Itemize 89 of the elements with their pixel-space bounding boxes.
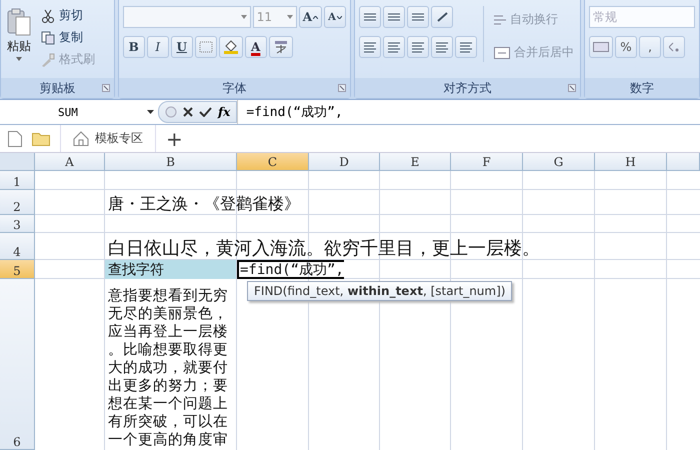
phonetic-button[interactable] [268, 36, 293, 58]
function-tooltip: FIND(find_text, within_text, [start_num]) [247, 281, 512, 301]
column-header[interactable]: F [451, 153, 523, 171]
font-style-button[interactable]: U [170, 36, 193, 58]
caret-icon [147, 110, 154, 114]
align-button[interactable] [431, 36, 453, 58]
home-icon [73, 131, 89, 146]
align-lines-icon [412, 13, 424, 21]
check-icon[interactable] [199, 107, 212, 117]
align-button[interactable] [455, 36, 477, 58]
column-header[interactable]: A [35, 153, 105, 171]
vertical-align-button[interactable] [407, 6, 429, 28]
align-lines-icon [460, 42, 472, 52]
caret-icon [240, 15, 247, 19]
caret-icon [286, 15, 293, 19]
decimal-button[interactable] [663, 36, 685, 58]
row-header[interactable]: 6 [0, 279, 35, 450]
font-color-button[interactable]: A [244, 36, 267, 58]
group-title: 对齐方式 [444, 80, 492, 96]
column-header[interactable]: G [523, 153, 595, 171]
orientation-button[interactable] [431, 6, 453, 28]
row-header[interactable]: 3 [0, 215, 35, 233]
brush-icon [41, 52, 55, 66]
clipboard-button[interactable]: 复制 [39, 28, 97, 47]
row-header[interactable]: 1 [0, 171, 35, 190]
cancel-icon[interactable] [183, 107, 193, 117]
font-style-button[interactable]: I [146, 36, 169, 58]
phonetic-guide-icon [272, 40, 289, 54]
row-header[interactable]: 4 [0, 233, 35, 260]
up-caret-icon [313, 16, 318, 18]
align-lines-icon [388, 42, 400, 52]
font-name-field[interactable] [122, 6, 251, 28]
align-button[interactable] [383, 36, 405, 58]
paste-button[interactable]: 粘贴 [5, 6, 33, 63]
down-caret-icon [336, 16, 342, 18]
cell-text: 白日依山尽，黄河入海流。欲穷千里目，更上一层楼。 [107, 237, 541, 260]
name-box[interactable]: SUM [0, 106, 158, 118]
group-title: 数字 [630, 80, 654, 96]
circle-icon [165, 106, 177, 118]
currency-button[interactable] [589, 36, 613, 58]
align-lines-icon [364, 13, 376, 21]
group-title: 字体 [222, 80, 246, 96]
dialog-launcher-icon[interactable] [338, 84, 346, 92]
caret-icon [16, 57, 22, 61]
copy-icon [41, 30, 55, 44]
vertical-align-button[interactable] [383, 6, 405, 28]
row-header[interactable]: 5 [0, 260, 35, 279]
cell-text: 意指要想看到无穷无尽的美丽景色，应当再登上一层楼。比喻想要取得更大的成功，就要付出更多的努力；要想在某一个问题上有所突破，可以在一个更高的角度审 [107, 287, 229, 450]
money-icon [593, 42, 609, 52]
group-title: 剪贴板 [39, 80, 76, 96]
decimal-icon [669, 42, 679, 52]
dialog-launcher-icon[interactable] [102, 84, 110, 92]
align-lines-icon [412, 42, 424, 52]
cell-text: 查找字符 [105, 260, 237, 279]
font-style-button[interactable]: B [122, 36, 145, 58]
column-header[interactable]: D [309, 153, 380, 171]
vertical-align-button[interactable] [359, 6, 381, 28]
insert-function-button[interactable]: fx [218, 105, 230, 119]
paint-bucket-icon [222, 40, 239, 54]
align-lines-icon [364, 42, 376, 52]
tab[interactable]: 模板专区 [60, 125, 156, 152]
column-header[interactable]: E [380, 153, 451, 171]
formula-field[interactable]: =find(“成功”, [237, 100, 343, 124]
new-tab-button[interactable]: + [166, 126, 183, 150]
column-header[interactable]: H [595, 153, 667, 171]
align-lines-icon [436, 42, 448, 52]
new-file-icon[interactable] [8, 130, 22, 146]
clipboard-button[interactable]: 剪切 [39, 6, 97, 25]
grow-font-button[interactable]: A [298, 6, 322, 28]
number-style-button[interactable]: % [615, 36, 637, 58]
shrink-font-button[interactable]: A [324, 6, 346, 28]
border-button[interactable] [194, 36, 217, 58]
column-header[interactable]: C [237, 153, 309, 171]
column-header[interactable]: B [105, 153, 237, 171]
align-lines-icon [388, 13, 400, 21]
merge-cells-icon [494, 46, 510, 58]
wrap-text-icon [494, 14, 506, 24]
clipboard-icon [7, 8, 31, 36]
active-cell[interactable]: =find(“成功”, [237, 260, 344, 279]
align-button[interactable] [407, 36, 429, 58]
angled-line-icon [436, 12, 448, 22]
number-style-button[interactable]: , [639, 36, 661, 58]
scissors-icon [41, 8, 55, 22]
dialog-launcher-icon[interactable] [568, 84, 576, 92]
border-icon [198, 41, 213, 53]
fill-color-button[interactable] [218, 36, 243, 58]
row-header[interactable]: 2 [0, 190, 35, 215]
cell-text: 唐・王之涣・《登鹳雀楼》 [107, 193, 301, 215]
align-button[interactable] [359, 36, 381, 58]
